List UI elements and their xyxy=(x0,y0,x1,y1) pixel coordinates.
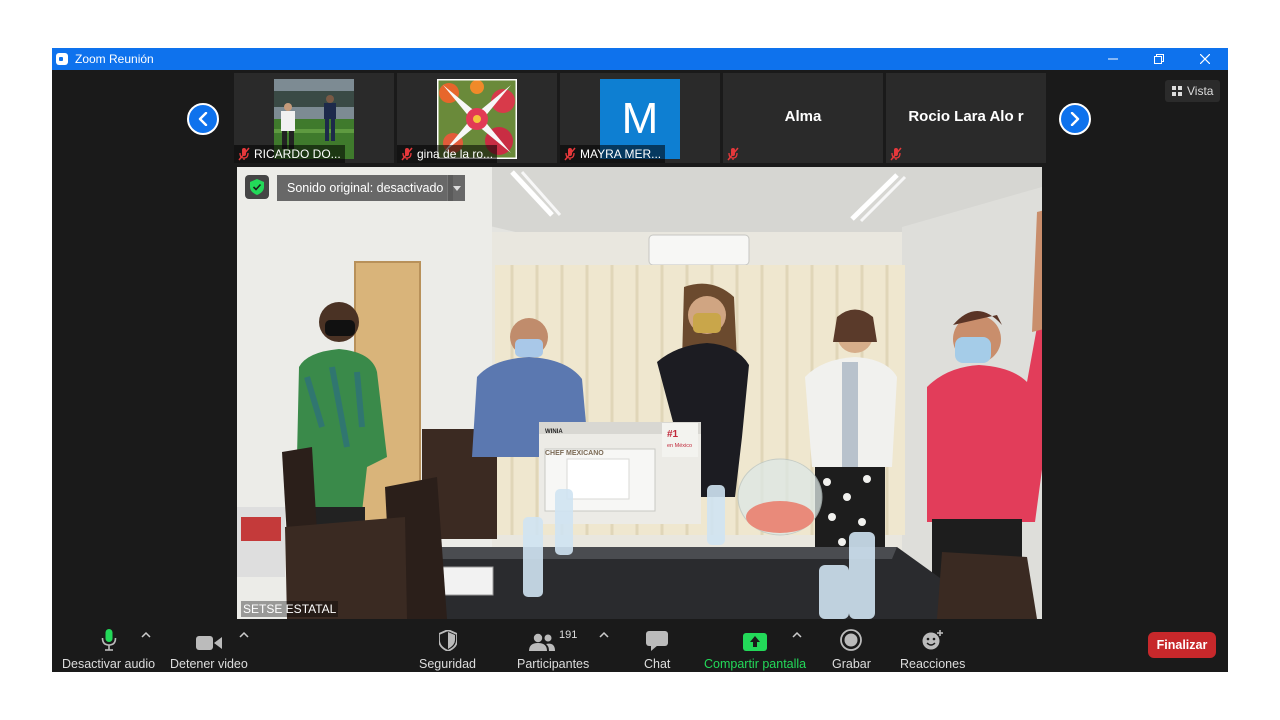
title-bar: Zoom Reunión xyxy=(52,48,1228,70)
close-button[interactable] xyxy=(1182,48,1228,70)
participant-name-bar xyxy=(886,145,907,163)
participant-name: Alma xyxy=(784,108,822,125)
participant-tile[interactable]: M MAYRA MER... xyxy=(560,73,720,163)
emoji-reaction-icon xyxy=(922,630,943,650)
minimize-button[interactable] xyxy=(1090,48,1136,70)
security-label: Seguridad xyxy=(419,657,476,671)
view-label: Vista xyxy=(1187,84,1214,98)
record-label: Grabar xyxy=(832,657,871,671)
reactions-label: Reacciones xyxy=(900,657,966,671)
next-page-button[interactable] xyxy=(1059,103,1091,135)
participant-tile[interactable]: gina de la ro... xyxy=(397,73,557,163)
participant-name: Rocio Lara Alo r xyxy=(908,108,1024,125)
share-options-chevron-up-icon[interactable] xyxy=(792,630,802,638)
active-speaker-video: WINIA CHEF MEXICANO #1 en México Sonido … xyxy=(237,167,1042,619)
participant-name: RICARDO DO... xyxy=(254,147,341,161)
participant-name-bar xyxy=(723,145,744,163)
video-camera-icon xyxy=(195,636,222,650)
zoom-window: Zoom Reunión RICARDO DO... gina de la ro… xyxy=(52,48,1228,672)
view-button[interactable]: Vista xyxy=(1165,80,1221,102)
record-icon xyxy=(840,629,863,651)
participant-tile[interactable]: Alma xyxy=(723,73,883,163)
chat-button[interactable]: Chat xyxy=(644,627,670,671)
participants-icon xyxy=(528,633,555,651)
zoom-app-icon xyxy=(56,53,68,65)
chevron-left-icon xyxy=(198,112,208,126)
record-button[interactable]: Grabar xyxy=(832,627,871,671)
share-screen-icon xyxy=(743,633,768,651)
participant-name-bar: gina de la ro... xyxy=(397,145,498,163)
end-meeting-button[interactable]: Finalizar xyxy=(1148,632,1216,658)
participant-tile[interactable]: Rocio Lara Alo r xyxy=(886,73,1046,163)
participant-name: gina de la ro... xyxy=(417,147,494,161)
share-label: Compartir pantalla xyxy=(704,657,807,671)
mic-muted-icon xyxy=(727,147,739,161)
speaker-name: SETSE ESTATAL xyxy=(241,601,339,617)
audio-label: Desactivar audio xyxy=(62,657,156,671)
window-title: Zoom Reunión xyxy=(75,52,154,66)
original-sound-dropdown[interactable] xyxy=(447,175,465,201)
original-sound-toggle[interactable]: Sonido original: desactivado xyxy=(277,175,454,201)
previous-page-button[interactable] xyxy=(187,103,219,135)
participant-name: MAYRA MER... xyxy=(580,147,662,161)
mic-muted-icon xyxy=(564,147,576,161)
participants-count: 191 xyxy=(558,629,578,641)
box-badge-number: #1 xyxy=(667,429,679,440)
chat-icon xyxy=(646,631,669,651)
video-options-chevron-up-icon[interactable] xyxy=(239,630,249,638)
chevron-down-icon xyxy=(452,185,461,191)
reactions-button[interactable]: Reacciones xyxy=(900,627,965,671)
security-button[interactable]: Seguridad xyxy=(419,627,476,671)
mic-muted-icon xyxy=(238,147,250,161)
participant-name-bar: MAYRA MER... xyxy=(560,145,666,163)
original-sound-label: Sonido original: desactivado xyxy=(287,181,444,195)
microphone-icon xyxy=(101,629,116,651)
participants-button[interactable]: 191 Participantes xyxy=(517,627,589,671)
encryption-shield-icon[interactable] xyxy=(245,175,269,199)
box-badge-country: en México xyxy=(667,443,693,449)
audio-options-chevron-up-icon[interactable] xyxy=(141,630,151,638)
participants-options-chevron-up-icon[interactable] xyxy=(599,630,609,638)
box-title-text: CHEF MEXICANO xyxy=(545,450,604,457)
video-label: Detener video xyxy=(170,657,248,671)
mic-muted-icon xyxy=(890,147,902,161)
mic-muted-icon xyxy=(401,147,413,161)
participant-name-bar: RICARDO DO... xyxy=(234,145,345,163)
participants-label: Participantes xyxy=(517,657,590,671)
chevron-right-icon xyxy=(1070,112,1080,126)
participant-tile[interactable]: RICARDO DO... xyxy=(234,73,394,163)
shield-icon xyxy=(438,630,457,651)
room-scene xyxy=(237,167,1042,619)
stop-video-button[interactable]: Detener video xyxy=(170,627,248,671)
restore-button[interactable] xyxy=(1136,48,1182,70)
meeting-toolbar: Desactivar audio Detener video Seguridad xyxy=(52,619,1228,672)
chat-label: Chat xyxy=(644,657,671,671)
avatar-initial: M xyxy=(621,94,659,143)
box-brand-text: WINIA xyxy=(545,429,563,435)
share-screen-button[interactable]: Compartir pantalla xyxy=(704,627,806,671)
grid-view-icon xyxy=(1172,86,1182,96)
